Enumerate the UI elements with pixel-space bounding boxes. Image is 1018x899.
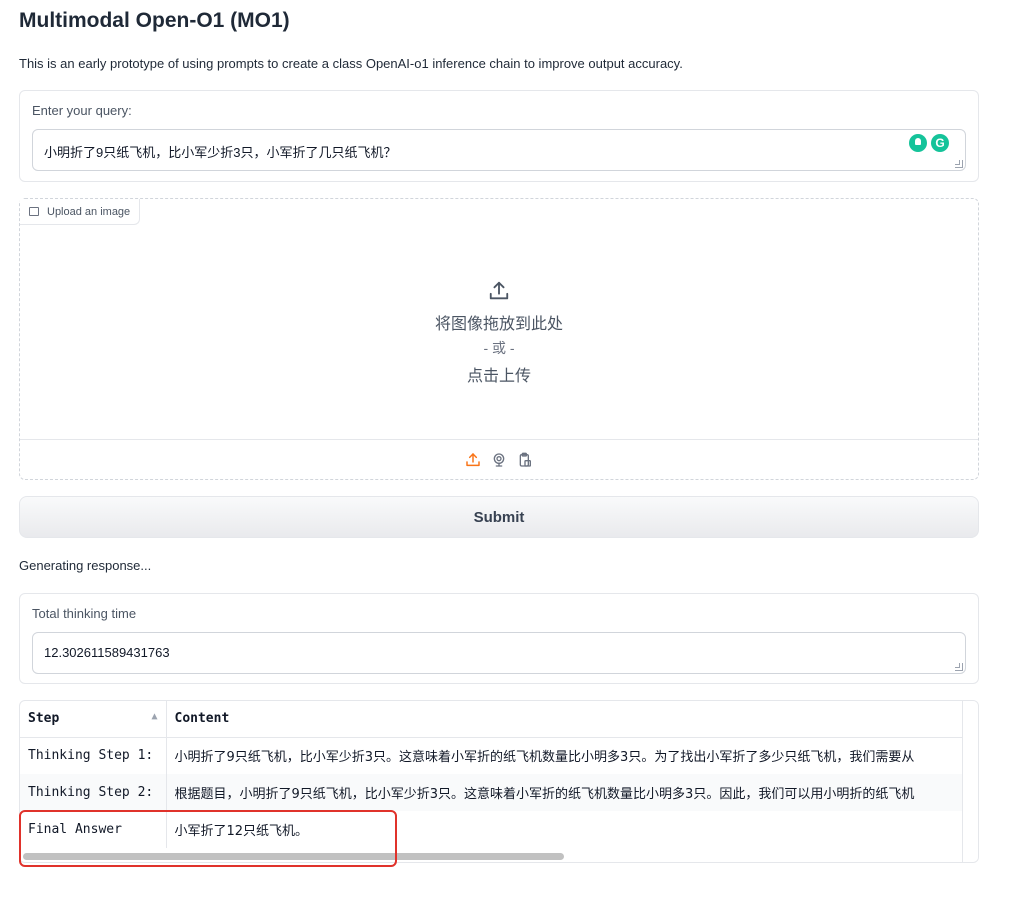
resize-handle-icon[interactable] xyxy=(955,160,963,168)
results-table-panel: Step ▲ Content Thinking Step 1: 小明折了9只纸飞… xyxy=(19,700,979,863)
sort-ascending-icon[interactable]: ▲ xyxy=(151,711,157,722)
query-textarea[interactable]: 小明折了9只纸飞机，比小军少折3只，小军折了几只纸飞机？ G xyxy=(32,129,966,171)
upload-icon[interactable] xyxy=(465,452,481,468)
query-panel: Enter your query: 小明折了9只纸飞机，比小军少折3只，小军折了… xyxy=(19,90,979,182)
thinking-time-value: 12.302611589431763 xyxy=(44,645,170,660)
source-selector xyxy=(20,439,978,480)
step-cell[interactable]: Final Answer xyxy=(20,811,167,848)
status-text: Generating response... xyxy=(19,558,152,573)
thinking-time-field[interactable]: 12.302611589431763 xyxy=(32,632,966,674)
webcam-icon[interactable] xyxy=(491,452,507,468)
clipboard-icon[interactable] xyxy=(517,452,533,468)
image-upload-panel: Upload an image 将图像拖放到此处 - 或 - 点击上传 xyxy=(19,198,979,480)
vertical-scrollbar[interactable] xyxy=(962,701,978,862)
scrollbar-thumb[interactable] xyxy=(23,853,564,860)
grammarly-icon[interactable]: G xyxy=(931,134,949,152)
grammarly-widget[interactable]: G xyxy=(909,134,949,152)
query-label: Enter your query: xyxy=(32,103,132,118)
upload-icon xyxy=(489,281,509,300)
thinking-time-panel: Total thinking time 12.302611589431763 xyxy=(19,593,979,684)
table-header-row: Step ▲ Content xyxy=(20,701,964,738)
drop-text: 将图像拖放到此处 xyxy=(434,316,563,333)
step-cell[interactable]: Thinking Step 1: xyxy=(20,737,167,774)
lightbulb-icon[interactable] xyxy=(909,134,927,152)
drop-or-text: - 或 - xyxy=(483,340,515,356)
query-value: 小明折了9只纸飞机，比小军少折3只，小军折了几只纸飞机？ xyxy=(44,145,397,160)
horizontal-scrollbar[interactable] xyxy=(20,850,962,862)
table-row: Final Answer 小军折了12只纸飞机。 xyxy=(20,811,964,848)
content-cell[interactable]: 小明折了9只纸飞机，比小军少折3只。这意味着小军折的纸飞机数量比小明多3只。为了… xyxy=(166,737,964,774)
table-row: Thinking Step 2: 根据题目，小明折了9只纸飞机，比小军少折3只。… xyxy=(20,774,964,811)
thinking-time-label: Total thinking time xyxy=(32,606,137,621)
column-header-content-label: Content xyxy=(174,711,230,727)
image-drop-zone[interactable]: 将图像拖放到此处 - 或 - 点击上传 xyxy=(20,199,978,439)
content-cell[interactable]: 根据题目，小明折了9只纸飞机，比小军少折3只。这意味着小军折的纸飞机数量比小明多… xyxy=(166,774,964,811)
click-upload-text: 点击上传 xyxy=(466,368,531,385)
column-header-content[interactable]: Content xyxy=(166,701,964,738)
column-header-step[interactable]: Step ▲ xyxy=(20,701,167,738)
content-cell[interactable]: 小军折了12只纸飞机。 xyxy=(166,811,964,848)
step-cell[interactable]: Thinking Step 2: xyxy=(20,774,167,811)
table-row: Thinking Step 1: 小明折了9只纸飞机，比小军少折3只。这意味着小… xyxy=(20,737,964,774)
submit-button[interactable]: Submit xyxy=(19,496,979,538)
results-table: Step ▲ Content Thinking Step 1: 小明折了9只纸飞… xyxy=(20,701,964,848)
page-description: This is an early prototype of using prom… xyxy=(19,56,683,71)
column-header-step-label: Step xyxy=(28,711,60,727)
page-title: Multimodal Open-O1 (MO1) xyxy=(19,9,290,32)
resize-handle-icon[interactable] xyxy=(955,663,963,671)
